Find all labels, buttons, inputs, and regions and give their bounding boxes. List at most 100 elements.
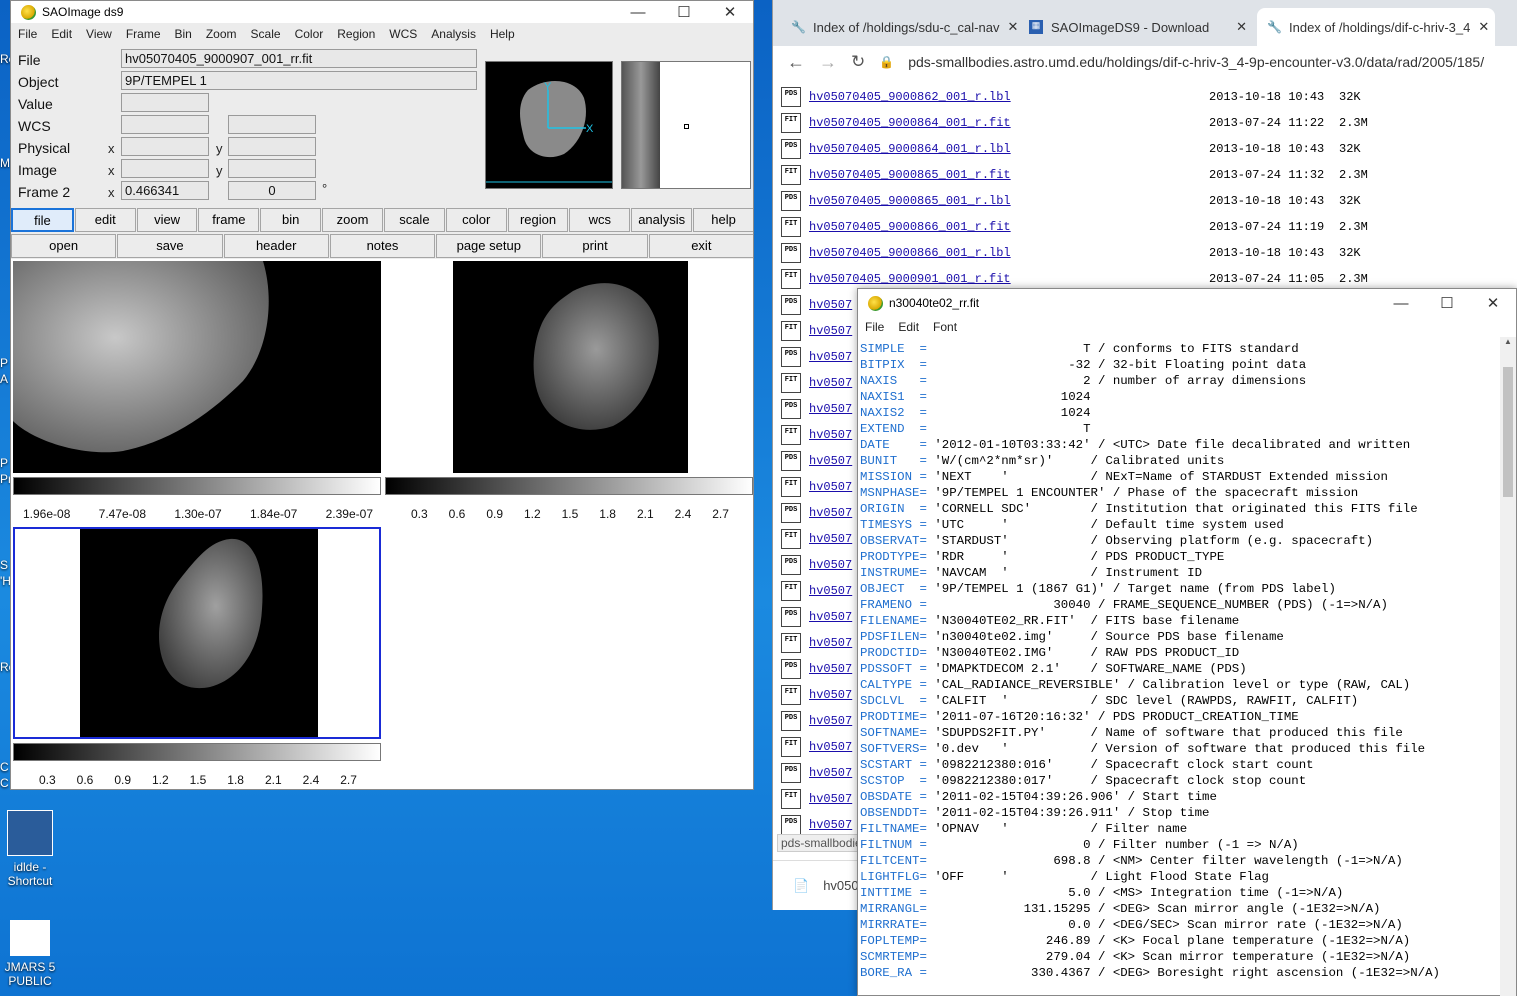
tab-ds9-download[interactable]: ▦ SAOImageDS9 - Download ✕: [1019, 8, 1257, 46]
menu-file[interactable]: File: [858, 320, 891, 334]
menu-file[interactable]: File: [11, 27, 44, 41]
header-line: OBSERVAT= 'STARDUST' / Observing platfor…: [860, 533, 1500, 549]
close-icon[interactable]: ✕: [1007, 19, 1018, 35]
idlde-shortcut-icon[interactable]: idlde - Shortcut: [2, 810, 58, 888]
frame-3[interactable]: [13, 527, 381, 739]
forward-icon[interactable]: →: [819, 52, 837, 73]
print-button[interactable]: print: [542, 234, 648, 258]
ds9-titlebar[interactable]: SAOImage ds9 — ☐ ✕: [11, 1, 753, 23]
page-setup-button[interactable]: page setup: [436, 234, 542, 258]
file-size: 32K: [1339, 194, 1361, 208]
analysis-button[interactable]: analysis: [631, 208, 693, 232]
panner-thumbnail[interactable]: X Y: [485, 61, 613, 189]
jmars-shortcut-icon[interactable]: JMARS 5 PUBLIC: [2, 920, 58, 988]
close-icon[interactable]: ✕: [1478, 19, 1489, 35]
desktop-icon-label: JMARS 5 PUBLIC: [4, 960, 56, 988]
file-button[interactable]: file: [11, 208, 74, 232]
file-link[interactable]: hv05070405_9000865_001_r.lbl: [809, 194, 1209, 208]
file-link[interactable]: hv05070405_9000865_001_r.fit: [809, 168, 1209, 182]
close-icon[interactable]: ✕: [1236, 19, 1247, 35]
region-button[interactable]: region: [507, 208, 569, 232]
header-keyword: MISSION =: [860, 470, 927, 484]
maximize-icon[interactable]: ☐: [1424, 294, 1470, 312]
menu-help[interactable]: Help: [483, 27, 522, 41]
notes-button[interactable]: notes: [329, 234, 436, 258]
menu-wcs[interactable]: WCS: [382, 27, 424, 41]
colorbar-tick: 1.96e-08: [23, 507, 71, 521]
menu-color[interactable]: Color: [288, 27, 331, 41]
colorbar-tick: 1.5: [189, 773, 207, 787]
menu-edit[interactable]: Edit: [44, 27, 79, 41]
header-line: SCSTOP = '0982212380:017' / Spacecraft c…: [860, 773, 1500, 789]
file-date: 2013-07-24 11:22: [1209, 116, 1325, 130]
header-value: '2011-02-15T04:39:26.906' / Start time: [934, 790, 1217, 804]
file-link[interactable]: hv05070405_9000864_001_r.lbl: [809, 142, 1209, 156]
menu-edit[interactable]: Edit: [891, 320, 926, 334]
frame-3-image-area: [80, 529, 318, 737]
url-field[interactable]: pds-smallbodies.astro.umd.edu/holdings/d…: [908, 54, 1484, 70]
header-value: T / conforms to FITS standard: [934, 342, 1299, 356]
menu-bin[interactable]: Bin: [168, 27, 199, 41]
save-button[interactable]: save: [117, 234, 223, 258]
menu-zoom[interactable]: Zoom: [199, 27, 244, 41]
frame-1[interactable]: [13, 261, 381, 473]
desktop-fragment: P: [0, 456, 9, 470]
fits-titlebar[interactable]: n30040te02_rr.fit — ☐ ✕: [858, 289, 1516, 317]
frame-button[interactable]: frame: [198, 208, 260, 232]
file-link[interactable]: hv05070405_9000866_001_r.fit: [809, 220, 1209, 234]
tab-sdu-index[interactable]: 🔧 Index of /holdings/sdu-c_cal-nav ✕: [781, 8, 1019, 46]
zoom-button[interactable]: zoom: [322, 208, 383, 232]
image-y-field: [228, 159, 316, 178]
header-keyword: PRODTIME=: [860, 710, 927, 724]
vertical-scrollbar[interactable]: ▲: [1500, 337, 1516, 996]
header-button[interactable]: header: [223, 234, 329, 258]
file-link[interactable]: hv05070405_9000901_001_r.fit: [809, 272, 1209, 286]
file-link[interactable]: hv05070405_9000866_001_r.lbl: [809, 246, 1209, 260]
menu-font[interactable]: Font: [926, 320, 964, 334]
menu-analysis[interactable]: Analysis: [424, 27, 483, 41]
file-date: 2013-10-18 10:43: [1209, 246, 1325, 260]
scroll-thumb[interactable]: [1503, 367, 1513, 497]
scroll-up-icon[interactable]: ▲: [1500, 337, 1516, 346]
header-value: '0982212380:017' / Spacecraft clock stop…: [934, 774, 1307, 788]
menu-view[interactable]: View: [79, 27, 119, 41]
maximize-icon[interactable]: ☐: [661, 3, 707, 21]
menu-region[interactable]: Region: [330, 27, 382, 41]
close-icon[interactable]: ✕: [707, 3, 753, 21]
open-button[interactable]: open: [11, 234, 117, 258]
back-icon[interactable]: ←: [787, 52, 805, 73]
file-size: 2.3M: [1339, 168, 1368, 182]
color-button[interactable]: color: [445, 208, 507, 232]
reload-icon[interactable]: ↻: [851, 52, 865, 72]
header-line: NAXIS = 2 / number of array dimensions: [860, 373, 1500, 389]
header-line: LIGHTFLG= 'OFF ' / Light Flood State Fla…: [860, 869, 1500, 885]
menu-scale[interactable]: Scale: [244, 27, 288, 41]
help-button[interactable]: help: [693, 208, 753, 232]
tab-dif-index[interactable]: 🔧 Index of /holdings/dif-c-hriv-3_4 ✕: [1257, 8, 1495, 46]
header-value: 1024: [934, 390, 1091, 404]
view-button[interactable]: view: [136, 208, 198, 232]
minimize-icon[interactable]: —: [1378, 295, 1424, 312]
file-link[interactable]: hv05070405_9000862_001_r.lbl: [809, 90, 1209, 104]
header-keyword: DATE =: [860, 438, 927, 452]
colorbar-tick: 2.4: [302, 773, 320, 787]
wcs-button[interactable]: wcs: [569, 208, 631, 232]
frame-2[interactable]: [453, 261, 688, 473]
jmars-icon: [10, 920, 50, 956]
file-link[interactable]: hv05070405_9000864_001_r.fit: [809, 116, 1209, 130]
header-keyword: NAXIS =: [860, 374, 927, 388]
edit-button[interactable]: edit: [74, 208, 136, 232]
bin-button[interactable]: bin: [260, 208, 322, 232]
button-bar-top: file edit view frame bin zoom scale colo…: [11, 208, 753, 232]
header-line: PRODTYPE= 'RDR ' / PDS PRODUCT_TYPE: [860, 549, 1500, 565]
header-line: INSTRUME= 'NAVCAM ' / Instrument ID: [860, 565, 1500, 581]
header-keyword: LIGHTFLG=: [860, 870, 927, 884]
minimize-icon[interactable]: —: [615, 4, 661, 21]
scale-button[interactable]: scale: [383, 208, 445, 232]
menu-frame[interactable]: Frame: [119, 27, 168, 41]
header-line: CALTYPE = 'CAL_RADIANCE_REVERSIBLE' / Ca…: [860, 677, 1500, 693]
exit-button[interactable]: exit: [648, 234, 753, 258]
close-icon[interactable]: ✕: [1470, 294, 1516, 312]
header-keyword: OBSERVAT=: [860, 534, 927, 548]
download-item[interactable]: hv050: [823, 878, 858, 893]
